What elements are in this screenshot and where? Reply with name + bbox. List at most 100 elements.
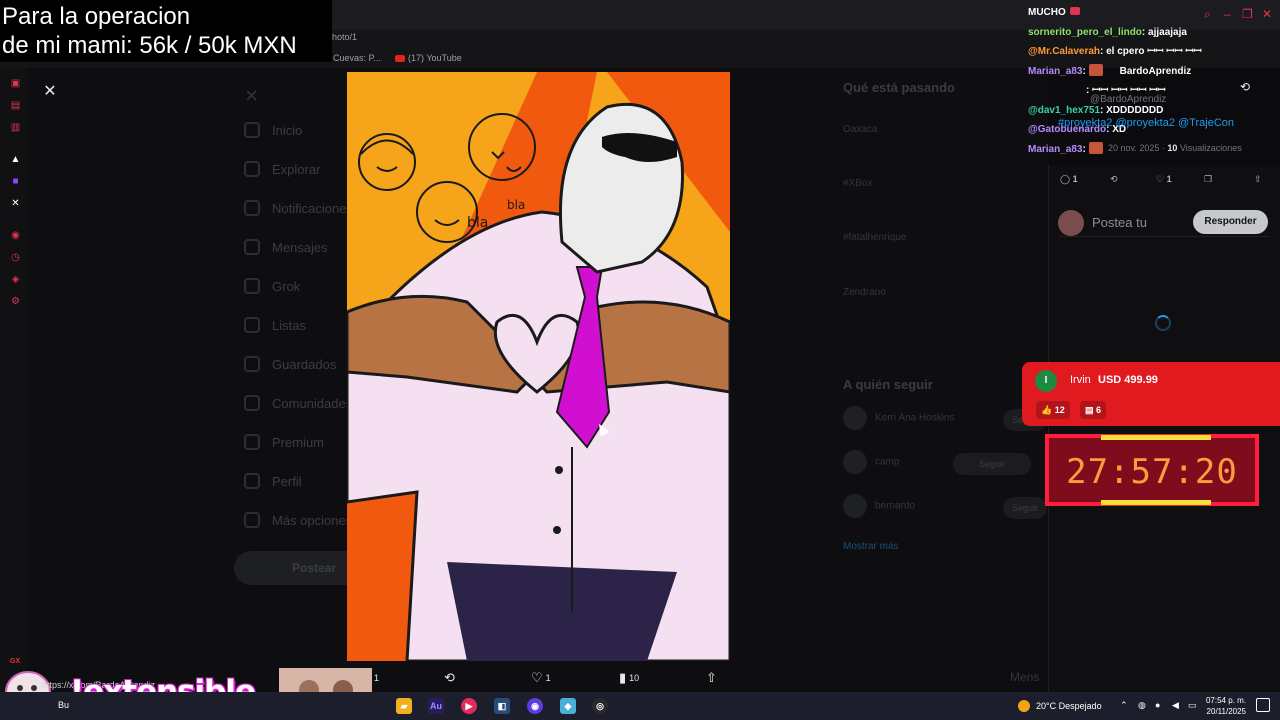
battery-icon[interactable]: ▭ [1188,700,1197,711]
file-explorer-icon[interactable]: ▰ [396,698,412,714]
reply-input[interactable]: Postea tu [1092,215,1147,230]
share-icon[interactable]: ⇧ [1254,174,1262,185]
like-button[interactable]: ♡ 1 [531,667,551,689]
who-to-follow-title: A quién seguir [843,377,933,392]
repost-icon: ⟲ [444,670,455,685]
trend-item[interactable]: Zendrano [843,287,886,298]
donation-alert: I Irvin USD 499.99 👍 12 ▤ 6 [1022,362,1280,426]
obs-icon[interactable]: ◎ [592,698,608,714]
network-icon[interactable]: ◍ [1138,700,1146,711]
chat-message: @Mr.Calaverah: el cpero ꟷꟷ ꟷꟷ ꟷꟷ [1028,46,1202,57]
close-window-icon[interactable]: ✕ [1262,7,1272,21]
avatar [843,494,867,518]
user-icon [244,473,260,489]
youtube-icon [395,55,405,62]
app-icon[interactable]: ▲ [10,154,21,165]
nav-item-perfil[interactable]: Perfil [244,473,302,489]
x-logo-icon[interactable]: ✕ [244,86,259,107]
mail-icon [244,239,260,255]
chevron-up-icon[interactable]: ⌃ [1120,700,1128,711]
tweet-photo: bla bla [347,72,730,661]
bookmark-item[interactable]: Cuevas: P... [333,53,381,63]
vscode-icon[interactable]: ◧ [494,698,510,714]
goal-line-1: Para la operacion [2,3,191,30]
nav-item-guardados[interactable]: Guardados [244,356,336,372]
nav-item-grok[interactable]: Grok [244,278,300,294]
media-player-icon[interactable]: ▶ [461,698,477,714]
reply-count[interactable]: 1 [374,667,379,689]
avatar [1058,210,1084,236]
volume-icon[interactable]: ◀ [1172,700,1179,711]
browser-side-panel: ▣ ▤ ▥ ▲ ■ ✕ ◉ ◷ ◈ ⚙ [0,68,28,692]
search-icon[interactable]: ⌕ [1204,7,1211,22]
nav-item-premium[interactable]: Premium [244,434,324,450]
settings-icon[interactable]: ⚙ [10,296,21,307]
reply-button[interactable]: ◯ 1 [1060,174,1078,185]
notification-icon[interactable] [1256,698,1270,712]
circle-icon[interactable]: ◉ [10,230,21,241]
url-fragment[interactable]: hoto/1 [332,32,357,42]
donation-goal-overlay: Para la operacion de mi mami: 56k / 50k … [0,0,332,62]
notes-icon[interactable]: ◆ [560,698,576,714]
like-button[interactable]: ♡ 1 [1156,174,1172,185]
follow-button[interactable]: Seguir [1003,497,1047,519]
audition-icon[interactable]: Au [428,698,444,714]
heart-icon: ♡ [531,670,543,685]
taskbar-search[interactable]: Bu [58,700,69,710]
bookmark-icon [244,356,260,372]
weather-widget[interactable]: 20°C Despejado [1018,700,1102,712]
app-icon[interactable]: ▣ [10,78,21,89]
history-icon[interactable]: ◷ [10,252,21,263]
tweet-hashtags[interactable]: #proyekta2 @proyekta2 @TrajeCon [1058,117,1234,129]
twitch-icon[interactable]: ■ [10,176,21,187]
nav-item-comunidades[interactable]: Comunidades [244,395,352,411]
app-icon[interactable]: ▤ [10,100,21,111]
messages-drawer[interactable]: Mens [1010,670,1039,684]
grok-icon[interactable]: ⟲ [1240,80,1250,94]
follow-row[interactable]: camp [843,450,899,474]
repost-button[interactable]: ⟲ [444,667,458,689]
trend-item[interactable]: #fatalhenrique [843,232,906,243]
follow-button[interactable]: Seguir [953,453,1031,475]
nav-item-mas-opciones[interactable]: Más opciones [244,512,352,528]
x-logo-icon[interactable]: ✕ [10,198,21,209]
trend-item[interactable]: #XBox [843,178,872,189]
reply-composer: Postea tu Responder [1058,207,1270,237]
corner-badge: GX [10,658,21,665]
nav-item-inicio[interactable]: Inicio [244,122,302,138]
trend-item[interactable]: Oaxaca [843,124,877,135]
nav-item-explorar[interactable]: Explorar [244,161,320,177]
timer-bar-bottom [1101,500,1211,505]
close-icon[interactable]: ✕ [40,82,60,102]
bookmark-youtube[interactable]: (17) YouTube [395,53,462,63]
chat-message: Marian_a83: BardoAprendiz [1028,63,1192,77]
loading-spinner [1155,315,1171,331]
nav-item-listas[interactable]: Listas [244,317,306,333]
minimize-icon[interactable]: – [1224,7,1231,21]
home-icon [244,122,260,138]
taskbar-clock[interactable]: 07:54 p. m. 20/11/2025 [1200,695,1246,717]
bookmark-icon[interactable]: ❐ [1204,174,1212,185]
restore-icon[interactable]: ❐ [1242,7,1253,21]
donation-comments: ▤ 6 [1080,401,1107,419]
discord-icon[interactable]: ◉ [527,698,543,714]
svg-text:bla: bla [507,198,525,212]
mic-icon[interactable]: ● [1155,700,1160,710]
repost-icon[interactable]: ⟲ [1110,174,1118,185]
views-button[interactable]: ▮ 10 [619,667,639,689]
nav-item-mensajes[interactable]: Mensajes [244,239,328,255]
reply-button[interactable]: Responder [1193,210,1268,234]
photo-action-bar: 1 ⟲ ♡ 1 ▮ 10 ⇧ [347,667,730,689]
show-more-link[interactable]: Mostrar más [843,541,899,552]
share-button[interactable]: ⇧ [706,667,720,689]
follow-row[interactable]: bernardo [843,494,915,518]
donation-likes: 👍 12 [1036,401,1070,419]
tag-icon[interactable]: ◈ [10,274,21,285]
more-icon [244,512,260,528]
follow-row[interactable]: Kerri Ana Hoskins [843,406,954,430]
nav-item-notificaciones[interactable]: Notificaciones [244,200,353,216]
tweet-handle[interactable]: @BardoAprendiz [1090,94,1166,105]
bell-icon [244,200,260,216]
app-icon[interactable]: ▥ [10,122,21,133]
people-icon [244,395,260,411]
